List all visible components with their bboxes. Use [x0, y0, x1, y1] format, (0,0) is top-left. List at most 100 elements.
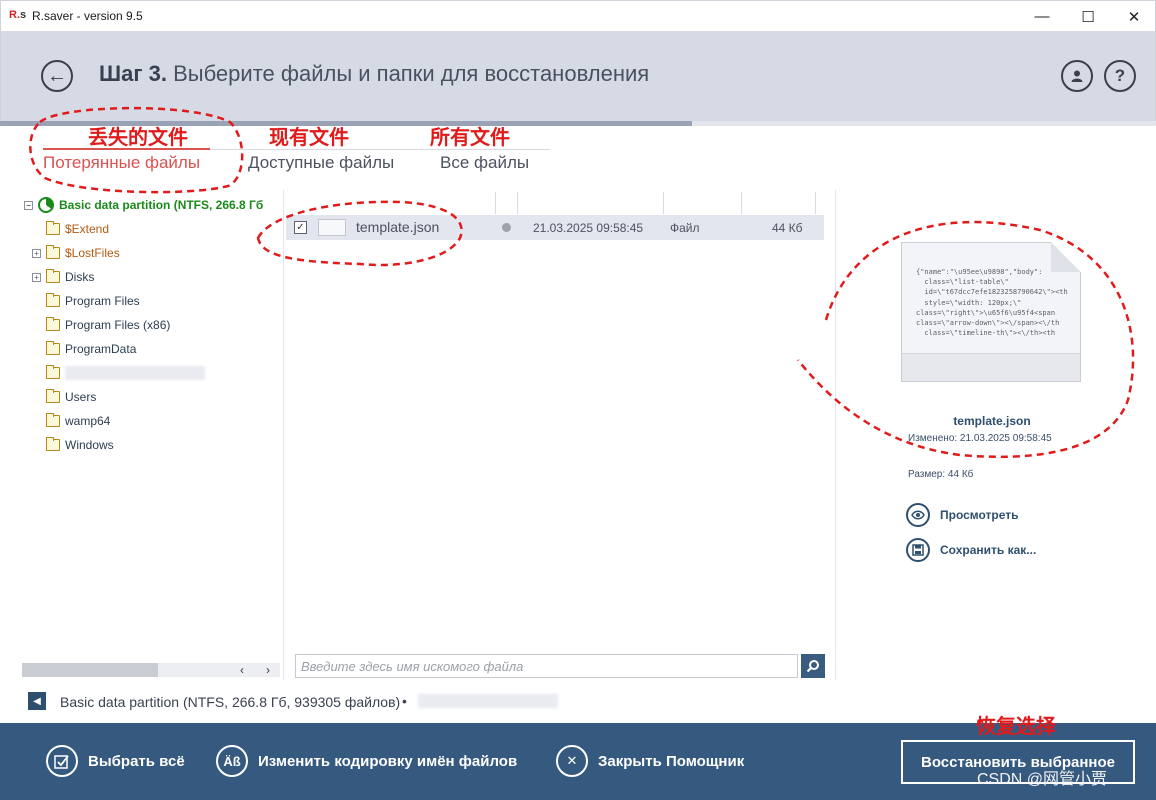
- search-input[interactable]: [295, 654, 798, 678]
- minimize-button[interactable]: —: [1019, 1, 1065, 32]
- file-size: 44 Кб: [772, 221, 803, 235]
- select-all-icon: [46, 745, 78, 777]
- folder-icon: [46, 221, 60, 235]
- collapse-icon[interactable]: −: [24, 200, 33, 210]
- tree-item-disks[interactable]: + Disks: [32, 268, 94, 286]
- change-encoding-label: Изменить кодировку имён файлов: [258, 752, 518, 770]
- tree-root-label: Basic data partition (NTFS, 266.8 Гб: [59, 198, 264, 212]
- tabs-divider: [210, 149, 550, 150]
- column-separator[interactable]: [741, 192, 742, 214]
- view-file-label: Просмотреть: [940, 508, 1019, 522]
- tab-all-files[interactable]: Все файлы: [440, 153, 529, 173]
- preview-size: Размер: 44 Кб: [908, 469, 974, 480]
- preview-divider: [835, 190, 836, 680]
- redacted-status: [418, 694, 558, 708]
- folder-icon: [46, 365, 60, 379]
- close-button[interactable]: ✕: [1111, 1, 1156, 32]
- tree-item-label: wamp64: [65, 414, 111, 428]
- partition-icon: [38, 197, 54, 213]
- wizard-header: ← Шаг 3. Выберите файлы и папки для восс…: [0, 31, 1156, 122]
- back-button[interactable]: ←: [41, 60, 73, 92]
- tab-annotation-all: 所有文件: [430, 125, 510, 149]
- tab-annotation-available: 现有文件: [269, 125, 349, 149]
- tree-item-label: Disks: [65, 270, 95, 284]
- tree-item-redacted[interactable]: [32, 364, 205, 382]
- folder-icon: [46, 389, 60, 403]
- tree-item-windows[interactable]: Windows: [32, 436, 114, 454]
- restore-annotation: 恢复选择: [976, 714, 1056, 738]
- folder-icon: [46, 269, 60, 283]
- column-separator[interactable]: [663, 192, 664, 214]
- tree-divider: [283, 190, 284, 680]
- maximize-button[interactable]: ☐: [1065, 1, 1111, 32]
- file-checkbox[interactable]: ✓: [294, 221, 307, 234]
- folder-icon: [46, 317, 60, 331]
- preview-modified: Изменено: 21.03.2025 09:58:45: [908, 433, 1052, 444]
- search-icon: [806, 660, 819, 673]
- tree-item-extend[interactable]: $Extend: [32, 220, 109, 238]
- csdn-watermark: CSDN @网管小贾: [977, 771, 1108, 788]
- tab-available-files[interactable]: Доступные файлы: [248, 153, 394, 173]
- column-separator[interactable]: [495, 192, 496, 214]
- tree-item-label: Program Files (x86): [65, 318, 171, 332]
- save-as-label: Сохранить как...: [940, 543, 1037, 557]
- tree-item-label: $Extend: [65, 222, 110, 236]
- preview-code: {"name":"\u95ee\u9898","body": class=\"l…: [916, 268, 1068, 338]
- tree-item-program-files[interactable]: Program Files: [32, 292, 140, 310]
- save-as-button[interactable]: Сохранить как...: [906, 538, 1036, 562]
- folder-tree: − Basic data partition (NTFS, 266.8 Гб $…: [22, 190, 282, 680]
- status-partition-info: Basic data partition (NTFS, 266.8 Гб, 93…: [60, 694, 401, 710]
- tab-lost-files[interactable]: Потерянные файлы: [43, 153, 200, 173]
- expand-icon[interactable]: +: [32, 248, 41, 258]
- tree-item-users[interactable]: Users: [32, 388, 96, 406]
- close-wizard-label: Закрыть Помощник: [598, 752, 745, 770]
- folder-icon: [46, 413, 60, 427]
- file-preview-thumbnail: {"name":"\u95ee\u9898","body": class=\"l…: [901, 242, 1081, 382]
- tab-annotation-lost: 丢失的文件: [88, 125, 188, 149]
- title-bar: R.s R.saver - version 9.5 — ☐ ✕: [0, 0, 1156, 31]
- column-separator[interactable]: [815, 192, 816, 214]
- file-icon: [318, 219, 346, 236]
- select-all-label: Выбрать всё: [88, 752, 185, 770]
- account-button[interactable]: [1061, 60, 1093, 92]
- folder-icon: [46, 245, 60, 259]
- user-icon: [1071, 70, 1083, 82]
- eye-icon: [906, 503, 930, 527]
- triangle-left-icon: ◀: [33, 695, 41, 707]
- step-title: Шаг 3. Выберите файлы и папки для восста…: [99, 61, 649, 87]
- tree-item-lostfiles[interactable]: + $LostFiles: [32, 244, 120, 262]
- collapse-panel-button[interactable]: ◀: [28, 692, 46, 710]
- tree-item-program-files-x86[interactable]: Program Files (x86): [32, 316, 170, 334]
- help-button[interactable]: ?: [1104, 60, 1136, 92]
- scroll-right-icon[interactable]: ›: [266, 663, 270, 677]
- scroll-left-icon[interactable]: ‹: [240, 663, 244, 677]
- tree-item-programdata[interactable]: ProgramData: [32, 340, 136, 358]
- tree-item-label: Windows: [65, 438, 114, 452]
- view-file-button[interactable]: Просмотреть: [906, 503, 1019, 527]
- folder-icon: [46, 437, 60, 451]
- status-separator: •: [402, 693, 407, 709]
- close-icon: ✕: [556, 745, 588, 777]
- close-wizard-button[interactable]: ✕ Закрыть Помощник: [556, 744, 744, 778]
- file-name: template.json: [356, 219, 440, 235]
- change-encoding-button[interactable]: Äß Изменить кодировку имён файлов: [216, 744, 517, 778]
- step-number: Шаг 3.: [99, 61, 167, 86]
- file-row[interactable]: ✓ template.json 21.03.2025 09:58:45 Файл…: [286, 215, 824, 240]
- tree-horizontal-scrollbar[interactable]: ‹ ›: [22, 663, 280, 677]
- folder-icon: [46, 341, 60, 355]
- tree-item-label: Users: [65, 390, 97, 404]
- expand-icon[interactable]: +: [32, 272, 41, 282]
- page-fold: [1051, 242, 1081, 272]
- select-all-button[interactable]: Выбрать всё: [46, 744, 185, 778]
- window-title: R.saver - version 9.5: [32, 9, 143, 23]
- search-button[interactable]: [801, 654, 825, 678]
- file-status-dot: [502, 223, 511, 232]
- tree-item-wamp64[interactable]: wamp64: [32, 412, 110, 430]
- encoding-icon: Äß: [216, 745, 248, 777]
- app-logo: R.s: [9, 9, 27, 21]
- column-separator[interactable]: [517, 192, 518, 214]
- tree-root-partition[interactable]: − Basic data partition (NTFS, 266.8 Гб: [24, 196, 263, 214]
- folder-icon: [46, 293, 60, 307]
- preview-file-name: template.json: [953, 414, 1031, 428]
- scrollbar-thumb[interactable]: [22, 663, 158, 677]
